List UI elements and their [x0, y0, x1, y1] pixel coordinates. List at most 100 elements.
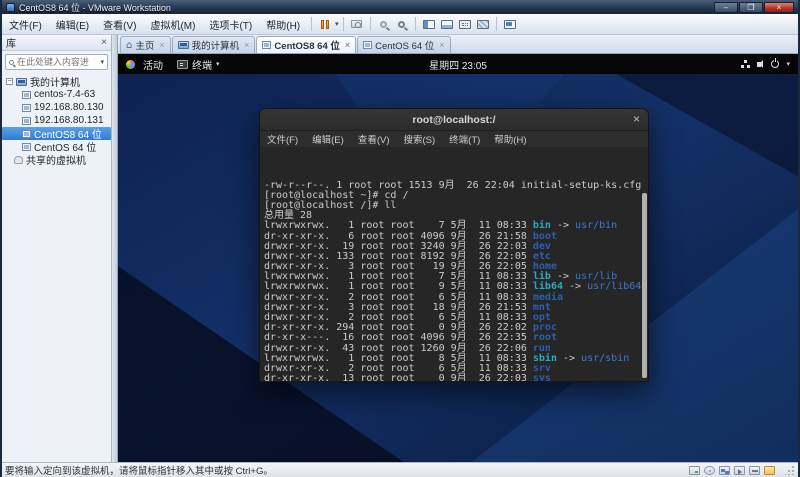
- terminal-menu-help[interactable]: 帮助(H): [487, 132, 533, 146]
- search-dropdown-icon[interactable]: ▾: [100, 58, 104, 66]
- maximize-button[interactable]: ❐: [739, 1, 763, 13]
- tree-label: 192.168.80.130: [34, 102, 104, 113]
- search-input[interactable]: [17, 57, 89, 67]
- network-adapter-icon[interactable]: [719, 465, 730, 475]
- library-search-box[interactable]: ▾: [5, 54, 108, 70]
- vm-icon: [363, 41, 373, 49]
- library-close-icon[interactable]: ×: [101, 37, 107, 48]
- vm-icon: [262, 41, 272, 49]
- close-button[interactable]: ×: [764, 1, 794, 13]
- collapse-icon[interactable]: −: [6, 78, 13, 85]
- vm-display[interactable]: 星期四 23:05 活动 终端 ▾ ▾ root@localhost:/ × 文…: [118, 54, 798, 462]
- take-snapshot-button[interactable]: [349, 17, 365, 31]
- menu-vm[interactable]: 虚拟机(M): [143, 15, 202, 34]
- terminal-output[interactable]: -rw-r--r--. 1 root root 1513 9月 26 22:04…: [260, 148, 648, 381]
- tree-item-192-168-80-130[interactable]: 192.168.80.130: [2, 101, 111, 114]
- window-title: CentOS8 64 位 - VMware Workstation: [19, 2, 171, 13]
- tab-centos8-64-active[interactable]: CentOS8 64 位 ×: [256, 36, 357, 53]
- shared-vm-icon: [14, 155, 23, 164]
- sound-icon[interactable]: [734, 465, 745, 475]
- terminal-menu-terminal[interactable]: 终端(T): [442, 132, 487, 146]
- toolbar-separator: [369, 17, 371, 31]
- terminal-app-icon: [177, 59, 188, 69]
- terminal-line: dr-xr-xr-x. 13 root root 0 9月 26 22:03 s…: [264, 373, 551, 381]
- tree-item-my-computer[interactable]: − 我的计算机: [2, 75, 111, 89]
- revert-snapshot-button[interactable]: [376, 17, 392, 31]
- toolbar-separator: [414, 17, 416, 31]
- menu-edit[interactable]: 编辑(E): [49, 15, 96, 34]
- network-icon[interactable]: [741, 60, 751, 68]
- tab-home[interactable]: ⌂ 主页 ×: [120, 36, 171, 53]
- snapshot-manager-button[interactable]: [394, 17, 410, 31]
- library-header: 库 ×: [2, 35, 111, 51]
- terminal-menu-view[interactable]: 查看(V): [351, 132, 397, 146]
- vm-pane: ⌂ 主页 × 我的计算机 × CentOS8 64 位 × CentOS 64 …: [118, 35, 798, 462]
- main-area: 库 × ▾ − 我的计算机 centos-7.4-63: [2, 35, 798, 462]
- tab-bar: ⌂ 主页 × 我的计算机 × CentOS8 64 位 × CentOS 64 …: [118, 35, 798, 54]
- window-titlebar[interactable]: CentOS8 64 位 - VMware Workstation – ❐ ×: [2, 0, 798, 14]
- library-title: 库: [6, 39, 16, 50]
- power-icon[interactable]: [771, 58, 780, 68]
- fullscreen-button[interactable]: [457, 17, 473, 31]
- terminal-line: [root@localhost /]# ll: [264, 199, 397, 211]
- tab-close-icon[interactable]: ×: [345, 40, 350, 50]
- message-log-icon[interactable]: [764, 465, 775, 475]
- computer-icon: [16, 77, 27, 86]
- tab-close-icon[interactable]: ×: [439, 40, 444, 50]
- vm-icon: [22, 90, 31, 99]
- vm-icon: [22, 142, 31, 151]
- terminal-titlebar[interactable]: root@localhost:/ ×: [260, 109, 648, 131]
- menu-help[interactable]: 帮助(H): [259, 15, 307, 34]
- terminal-scrollbar[interactable]: [642, 193, 647, 378]
- power-dropdown-icon[interactable]: ▾: [335, 20, 339, 28]
- menu-file[interactable]: 文件(F): [2, 15, 49, 34]
- tab-close-icon[interactable]: ×: [159, 40, 164, 50]
- tree-item-centos-74-63[interactable]: centos-7.4-63: [2, 88, 111, 101]
- terminal-menu-search[interactable]: 搜索(S): [396, 132, 442, 146]
- vm-icon: [22, 129, 31, 138]
- tab-close-icon[interactable]: ×: [244, 40, 249, 50]
- minimize-button[interactable]: –: [714, 1, 738, 13]
- volume-icon[interactable]: [757, 59, 764, 68]
- show-thumbnail-bar-button[interactable]: [439, 17, 455, 31]
- usb-icon[interactable]: [749, 465, 760, 475]
- home-icon: ⌂: [126, 39, 133, 51]
- resize-grip[interactable]: [785, 465, 795, 475]
- toolbar-separator: [342, 17, 344, 31]
- clock[interactable]: 星期四 23:05: [118, 57, 798, 72]
- terminal-menubar: 文件(F) 编辑(E) 查看(V) 搜索(S) 终端(T) 帮助(H): [260, 131, 648, 148]
- search-icon: [9, 59, 14, 65]
- gnome-top-bar: 星期四 23:05 活动 终端 ▾ ▾: [118, 54, 798, 74]
- tab-label: CentOS8 64 位: [274, 41, 340, 52]
- tree-label: centos-7.4-63: [34, 89, 96, 100]
- unity-mode-button[interactable]: [475, 17, 491, 31]
- menu-tabs[interactable]: 选项卡(T): [202, 15, 259, 34]
- show-library-button[interactable]: [421, 17, 437, 31]
- cd-dvd-icon[interactable]: [704, 465, 715, 475]
- tab-label: 主页: [135, 41, 155, 52]
- console-view-button[interactable]: [502, 17, 518, 31]
- tab-label: CentOS 64 位: [375, 41, 435, 52]
- hard-disk-icon[interactable]: [689, 465, 700, 475]
- terminal-menu-edit[interactable]: 编辑(E): [305, 132, 351, 146]
- library-sidebar: 库 × ▾ − 我的计算机 centos-7.4-63: [2, 35, 112, 462]
- pause-power-button[interactable]: [317, 17, 333, 31]
- computer-icon: [177, 41, 189, 49]
- vm-icon: [22, 103, 31, 112]
- terminal-close-icon[interactable]: ×: [633, 112, 640, 126]
- terminal-title: root@localhost:/: [412, 113, 496, 126]
- system-menu-chevron-icon[interactable]: ▾: [786, 60, 790, 68]
- device-tray: [689, 465, 785, 475]
- tree-label: 共享的虚拟机: [26, 156, 86, 167]
- terminal-menu-file[interactable]: 文件(F): [260, 132, 305, 146]
- vm-tree: − 我的计算机 centos-7.4-63 192.168.80.130 192…: [2, 74, 111, 167]
- toolbar-separator: [311, 17, 313, 31]
- menu-view[interactable]: 查看(V): [96, 15, 143, 34]
- vmware-workstation-window: CentOS8 64 位 - VMware Workstation – ❐ × …: [0, 0, 800, 477]
- tab-centos-64[interactable]: CentOS 64 位 ×: [357, 36, 451, 53]
- tree-item-shared-vms[interactable]: 共享的虚拟机: [2, 153, 111, 167]
- menubar-toolbar: 文件(F) 编辑(E) 查看(V) 虚拟机(M) 选项卡(T) 帮助(H) ▾: [2, 14, 798, 35]
- vm-icon: [22, 116, 31, 125]
- tab-my-computer[interactable]: 我的计算机 ×: [171, 36, 256, 53]
- tree-label: 我的计算机: [30, 78, 80, 89]
